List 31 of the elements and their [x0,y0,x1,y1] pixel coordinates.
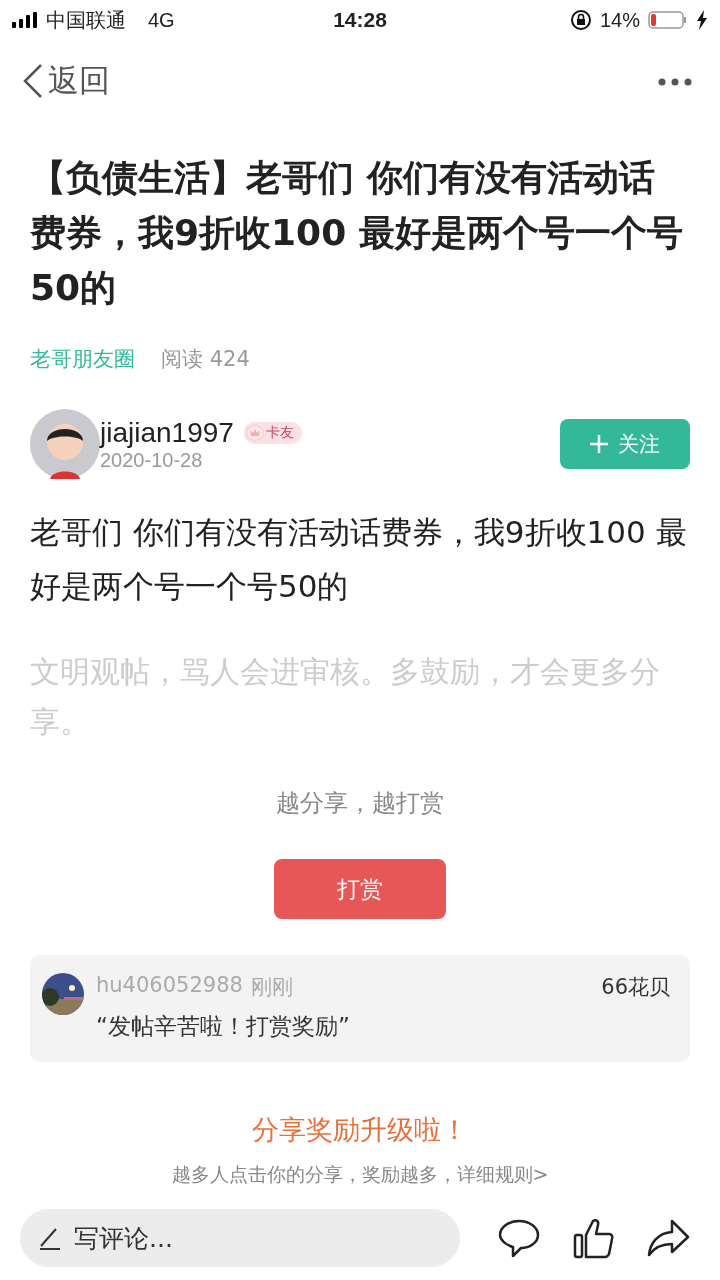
record-message: “发帖辛苦啦！打赏奖励” [96,1012,351,1041]
post-date: 2020-10-28 [100,448,204,472]
status-time: 14:28 [333,8,387,32]
rotation-lock-icon [569,9,592,31]
chevron-left-icon [22,63,44,99]
plus-icon [590,435,608,453]
charging-icon [696,10,708,30]
network-type: 4G [148,8,175,32]
battery-icon [648,10,688,30]
record-amount: 66花贝 [601,974,670,1001]
record-time: 刚刚 [250,974,293,1001]
comment-field[interactable]: 写评论... [20,1209,460,1267]
promo-title: 分享奖励升级啦！ [251,1113,469,1147]
post-body: 老哥们 你们有没有活动话费券，我9折收100 最好是两个号一个号50的 [30,513,688,606]
author-name[interactable]: jiajian1997 [100,416,234,449]
read-count: 阅读 424 [161,346,250,373]
promo-text: 越多人点击你的分享，奖励越多，详细规则> [170,1162,550,1187]
avatar [30,409,100,479]
reward-slogan: 越分享，越打赏 [275,788,445,819]
circle-link[interactable]: 老哥朋友圈 [30,345,135,373]
more-icon [658,77,692,86]
record-user[interactable]: hu406052988 [96,973,243,1001]
carrier-name: 中国联通 [46,7,126,33]
post-title: 【负债生活】老哥们 你们有没有活动话费券，我9折收100 最好是两个号一个号50的 [30,156,684,310]
crown-icon [245,423,264,442]
back-button[interactable]: 返回 [22,60,110,102]
tip-button[interactable]: 打赏 [274,859,446,919]
follow-button[interactable]: 关注 [560,419,690,469]
battery-percent: 14% [599,8,640,32]
member-badge: 卡友 [243,421,302,444]
signal-icon [12,12,38,28]
